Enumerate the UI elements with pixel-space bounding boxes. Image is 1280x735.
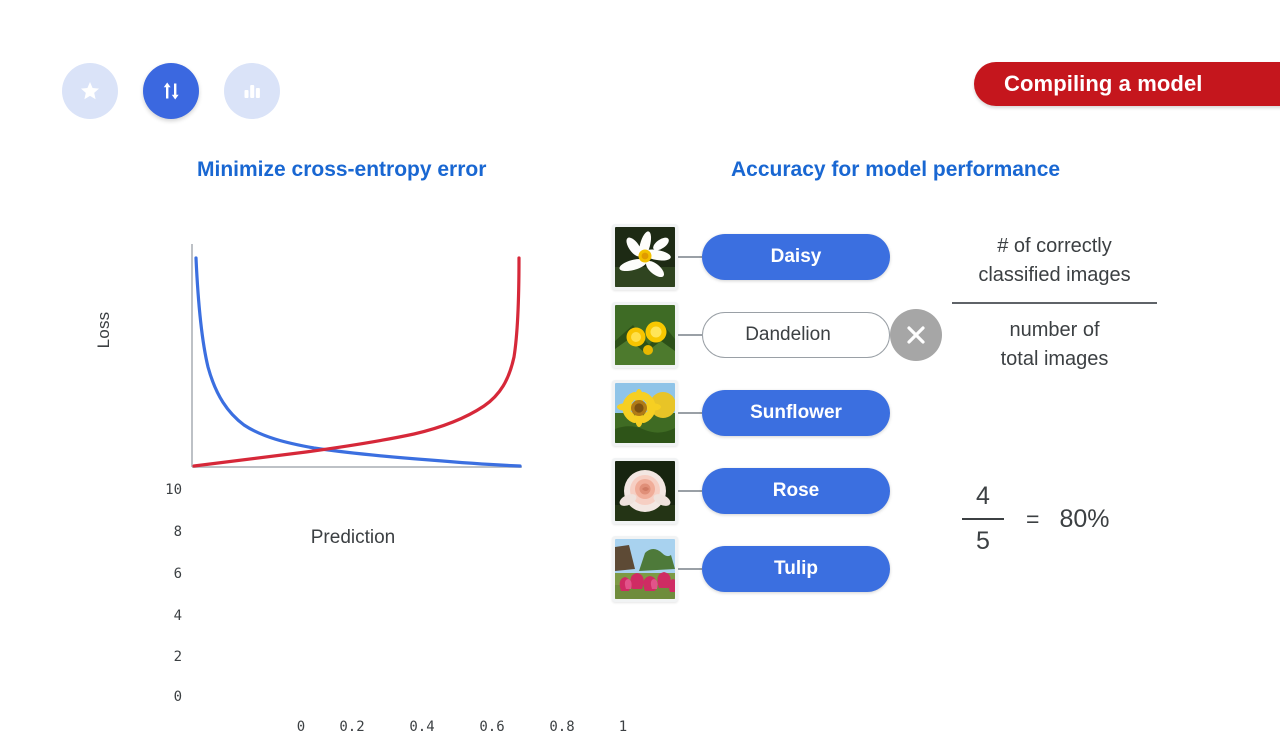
incorrect-badge — [890, 309, 942, 361]
y-axis-label: Loss — [94, 311, 113, 349]
classification-row-sunflower: Sunflower — [612, 374, 890, 452]
result-fraction-bar — [962, 518, 1004, 520]
connector-line — [678, 490, 702, 492]
mode-icon-group — [62, 63, 280, 119]
x-tick-1: 1 — [618, 719, 628, 735]
result-fraction: 4 5 — [960, 482, 1006, 556]
total-count: 5 — [976, 527, 990, 555]
classification-row-daisy: Daisy — [612, 218, 890, 296]
prediction-pill-daisy[interactable]: Daisy — [702, 234, 890, 280]
accuracy-percentage: 80% — [1059, 504, 1110, 533]
x-axis-label: Prediction — [310, 527, 396, 548]
x-tick-0: 0 — [296, 719, 306, 735]
right-panel-title: Accuracy for model performance — [731, 158, 1061, 181]
prediction-pill-tulip[interactable]: Tulip — [702, 546, 890, 592]
y-tick-6: 6 — [173, 566, 182, 582]
sunflower-thumbnail — [612, 380, 678, 446]
prediction-label: Dandelion — [745, 324, 831, 345]
rose-image — [615, 461, 675, 521]
prediction-label: Sunflower — [750, 402, 842, 423]
y-tick-10: 10 — [165, 482, 182, 498]
x-tick-0.8: 0.8 — [549, 719, 575, 735]
connector-line — [678, 256, 702, 258]
chart-plot-area — [191, 244, 522, 468]
fraction-bar — [952, 302, 1157, 304]
y-tick-2: 2 — [173, 649, 182, 665]
daisy-thumbnail — [612, 224, 678, 290]
classification-row-rose: Rose — [612, 452, 890, 530]
blue-loss-curve — [194, 256, 522, 468]
cross-entropy-chart: 10 8 6 4 2 0 0 0.2 0.4 0.6 0.8 1 — [110, 232, 627, 735]
dandelion-image — [615, 305, 675, 365]
accuracy-result: 4 5 = 80% — [960, 482, 1109, 556]
equals-sign: = — [1026, 505, 1040, 532]
classification-row-tulip: Tulip — [612, 530, 890, 608]
section-banner: Compiling a model — [974, 62, 1280, 106]
bar-chart-icon-button[interactable] — [224, 63, 280, 119]
connector-line — [678, 412, 702, 414]
classification-list: Daisy Dandelion Sunflower Rose Tulip — [612, 218, 942, 608]
classification-row-dandelion: Dandelion — [612, 296, 942, 374]
prediction-pill-sunflower[interactable]: Sunflower — [702, 390, 890, 436]
tulip-image — [615, 539, 675, 599]
y-tick-8: 8 — [173, 524, 182, 540]
x-tick-0.2: 0.2 — [339, 719, 365, 735]
daisy-image — [615, 227, 675, 287]
sunflower-image — [615, 383, 675, 443]
sort-arrows-icon — [158, 78, 184, 104]
dandelion-thumbnail — [612, 302, 678, 368]
formula-numerator: # of correctly classified images — [978, 235, 1131, 286]
correct-count: 4 — [976, 482, 990, 510]
red-loss-curve — [192, 256, 521, 468]
star-icon-button[interactable] — [62, 63, 118, 119]
tulip-thumbnail — [612, 536, 678, 602]
accuracy-formula: # of correctly classified images number … — [952, 232, 1157, 374]
rose-thumbnail — [612, 458, 678, 524]
prediction-label: Rose — [772, 480, 820, 501]
star-icon — [78, 79, 102, 103]
y-tick-0: 0 — [173, 689, 182, 705]
prediction-label: Tulip — [774, 558, 818, 579]
connector-line — [678, 334, 702, 336]
connector-line — [678, 568, 702, 570]
prediction-pill-dandelion[interactable]: Dandelion — [702, 312, 890, 358]
prediction-label: Daisy — [770, 246, 822, 267]
bar-chart-icon — [241, 80, 263, 102]
left-panel-title: Minimize cross-entropy error — [197, 158, 487, 181]
sort-arrows-icon-button[interactable] — [143, 63, 199, 119]
formula-denominator: number of total images — [1000, 319, 1109, 370]
y-tick-4: 4 — [173, 608, 182, 624]
prediction-pill-rose[interactable]: Rose — [702, 468, 890, 514]
x-tick-0.6: 0.6 — [479, 719, 505, 735]
x-tick-0.4: 0.4 — [409, 719, 435, 735]
close-icon — [903, 322, 929, 348]
banner-title: Compiling a model — [1004, 71, 1203, 96]
